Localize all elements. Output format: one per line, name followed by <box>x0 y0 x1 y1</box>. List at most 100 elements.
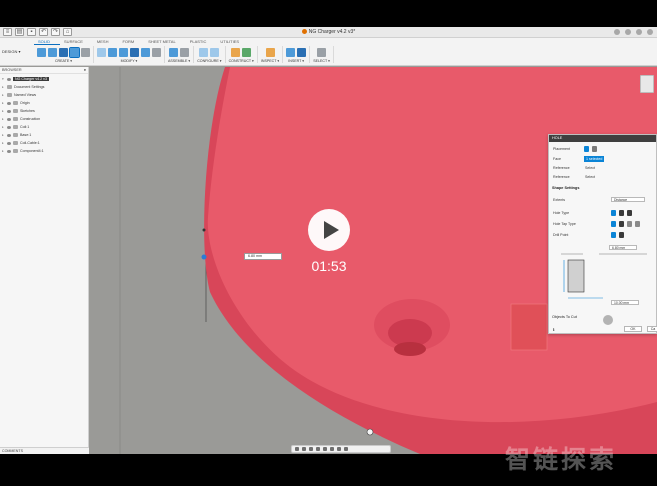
look-at-icon[interactable] <box>302 447 306 451</box>
offset-plane-icon[interactable] <box>231 47 241 57</box>
hole-bore[interactable] <box>394 342 426 356</box>
notifications-icon[interactable] <box>636 29 642 35</box>
fillet-icon[interactable] <box>108 47 117 57</box>
tree-item-document-settings[interactable]: ▸ Document Settings <box>2 83 88 91</box>
tab-plastic[interactable]: PLASTIC <box>186 39 217 45</box>
sketch-point-icon[interactable] <box>202 228 206 232</box>
hole-center-point[interactable] <box>366 428 374 436</box>
flat-drill-point-icon[interactable] <box>611 232 616 238</box>
assemble-menu[interactable]: ASSEMBLE ▾ <box>168 59 190 63</box>
tree-item-sketches[interactable]: ▸ Sketches <box>2 107 88 115</box>
configure-table-icon[interactable] <box>199 47 209 57</box>
visibility-eye-icon[interactable] <box>7 109 11 113</box>
tapped-icon[interactable] <box>627 221 632 227</box>
configure-theme-icon[interactable] <box>210 47 220 57</box>
zoom-icon[interactable] <box>316 447 320 451</box>
tab-solid[interactable]: SOLID <box>34 39 61 45</box>
select-menu[interactable]: SELECT ▾ <box>313 59 330 63</box>
construct-menu[interactable]: CONSTRUCT ▾ <box>229 59 254 63</box>
tab-mesh[interactable]: MESH <box>93 39 119 45</box>
expand-caret-icon[interactable]: ▸ <box>2 109 5 113</box>
new-assembly-icon[interactable] <box>169 47 179 57</box>
extrude-icon[interactable] <box>48 47 57 57</box>
configure-menu[interactable]: CONFIGURE ▾ <box>197 59 221 63</box>
multiple-holes-icon[interactable] <box>592 146 597 152</box>
angled-drill-point-icon[interactable] <box>619 232 624 238</box>
expand-caret-icon[interactable]: ▾ <box>2 77 5 81</box>
measure-icon[interactable] <box>265 47 275 57</box>
counterbore-hole-icon[interactable] <box>619 210 624 216</box>
countersink-hole-icon[interactable] <box>627 210 632 216</box>
shell-icon[interactable] <box>130 47 139 57</box>
visibility-eye-icon[interactable] <box>7 77 11 81</box>
comments-bar[interactable]: COMMENTS <box>0 447 89 454</box>
expand-caret-icon[interactable]: ▸ <box>2 149 5 153</box>
fit-icon[interactable] <box>323 447 327 451</box>
expand-caret-icon[interactable]: ▸ <box>2 93 5 97</box>
tab-utilities[interactable]: UTILITIES <box>216 39 249 45</box>
expand-caret-icon[interactable]: ▸ <box>2 133 5 137</box>
joint-icon[interactable] <box>180 47 190 57</box>
visibility-eye-icon[interactable] <box>7 117 11 121</box>
orbit-icon[interactable] <box>295 447 299 451</box>
document-tab[interactable]: NG Charger v4.2 v3* <box>0 29 657 35</box>
visibility-eye-icon[interactable] <box>7 133 11 137</box>
tree-item-base[interactable]: ▸ Base:1 <box>2 131 88 139</box>
expand-caret-icon[interactable]: ▸ <box>2 85 5 89</box>
reference-1-select[interactable]: Select <box>585 166 595 170</box>
help-icon[interactable] <box>625 29 631 35</box>
visibility-eye-icon[interactable] <box>7 101 11 105</box>
play-button[interactable] <box>308 209 350 251</box>
modify-menu[interactable]: MODIFY ▾ <box>121 59 138 63</box>
create-menu[interactable]: CREATE ▾ <box>55 59 72 63</box>
inspect-menu[interactable]: INSPECT ▾ <box>261 59 279 63</box>
info-icon[interactable]: ℹ <box>553 327 555 332</box>
tree-item-component4[interactable]: ▸ Component4:1 <box>2 147 88 155</box>
shape-settings-section[interactable]: Shape Settings <box>552 186 579 190</box>
tree-item-named-views[interactable]: ▸ Named Views <box>2 91 88 99</box>
axis-icon[interactable] <box>242 47 252 57</box>
visibility-eye-icon[interactable] <box>7 141 11 145</box>
view-cube[interactable] <box>640 75 654 93</box>
single-hole-icon[interactable] <box>584 146 589 152</box>
revolve-icon[interactable] <box>59 47 68 57</box>
insert-menu[interactable]: INSERT ▾ <box>288 59 304 63</box>
ok-button[interactable]: OK <box>624 326 642 332</box>
tab-form[interactable]: FORM <box>118 39 144 45</box>
move-icon[interactable] <box>152 47 161 57</box>
hole-dialog-header[interactable]: HOLE <box>549 135 656 142</box>
dimension-input[interactable]: 6.80 mm <box>244 253 282 260</box>
select-arrow-icon[interactable] <box>317 47 327 57</box>
sketch-point-icon[interactable] <box>201 254 207 260</box>
extents-dropdown[interactable]: Distance <box>611 197 645 202</box>
chamfer-icon[interactable] <box>119 47 128 57</box>
objects-to-cut-section[interactable]: Objects To Cut <box>552 315 577 319</box>
expand-caret-icon[interactable]: ▸ <box>2 125 5 129</box>
user-avatar-icon[interactable] <box>647 29 653 35</box>
tree-item-coil-cable[interactable]: ▸ Coil-Cable:1 <box>2 139 88 147</box>
pan-icon[interactable] <box>309 447 313 451</box>
expand-caret-icon[interactable]: ▸ <box>2 117 5 121</box>
press-pull-icon[interactable] <box>97 47 106 57</box>
tree-item-coil[interactable]: ▸ Coil:1 <box>2 123 88 131</box>
tree-item-construction[interactable]: ▸ Construction <box>2 115 88 123</box>
visibility-eye-icon[interactable] <box>7 149 11 153</box>
tab-sheet-metal[interactable]: SHEET METAL <box>144 39 185 45</box>
face-selection-button[interactable]: 1 selected <box>584 156 605 162</box>
display-settings-icon[interactable] <box>330 447 334 451</box>
pattern-icon[interactable] <box>81 47 90 57</box>
simple-hole-icon[interactable] <box>611 210 616 216</box>
taper-tapped-icon[interactable] <box>635 221 640 227</box>
visibility-eye-icon[interactable] <box>7 125 11 129</box>
combine-icon[interactable] <box>141 47 150 57</box>
hole-diameter-field[interactable]: 6.80 mm <box>609 245 637 250</box>
tab-surface[interactable]: SURFACE <box>60 39 93 45</box>
simple-tap-icon[interactable] <box>611 221 616 227</box>
cancel-button[interactable]: Ca <box>647 326 657 332</box>
tree-item-origin[interactable]: ▸ Origin <box>2 99 88 107</box>
reference-2-select[interactable]: Select <box>585 175 595 179</box>
expand-caret-icon[interactable]: ▸ <box>2 101 5 105</box>
expand-caret-icon[interactable]: ▸ <box>2 141 5 145</box>
tree-item-root[interactable]: ▾ NG Charger v4.2 v3 <box>2 75 88 83</box>
grid-settings-icon[interactable] <box>337 447 341 451</box>
